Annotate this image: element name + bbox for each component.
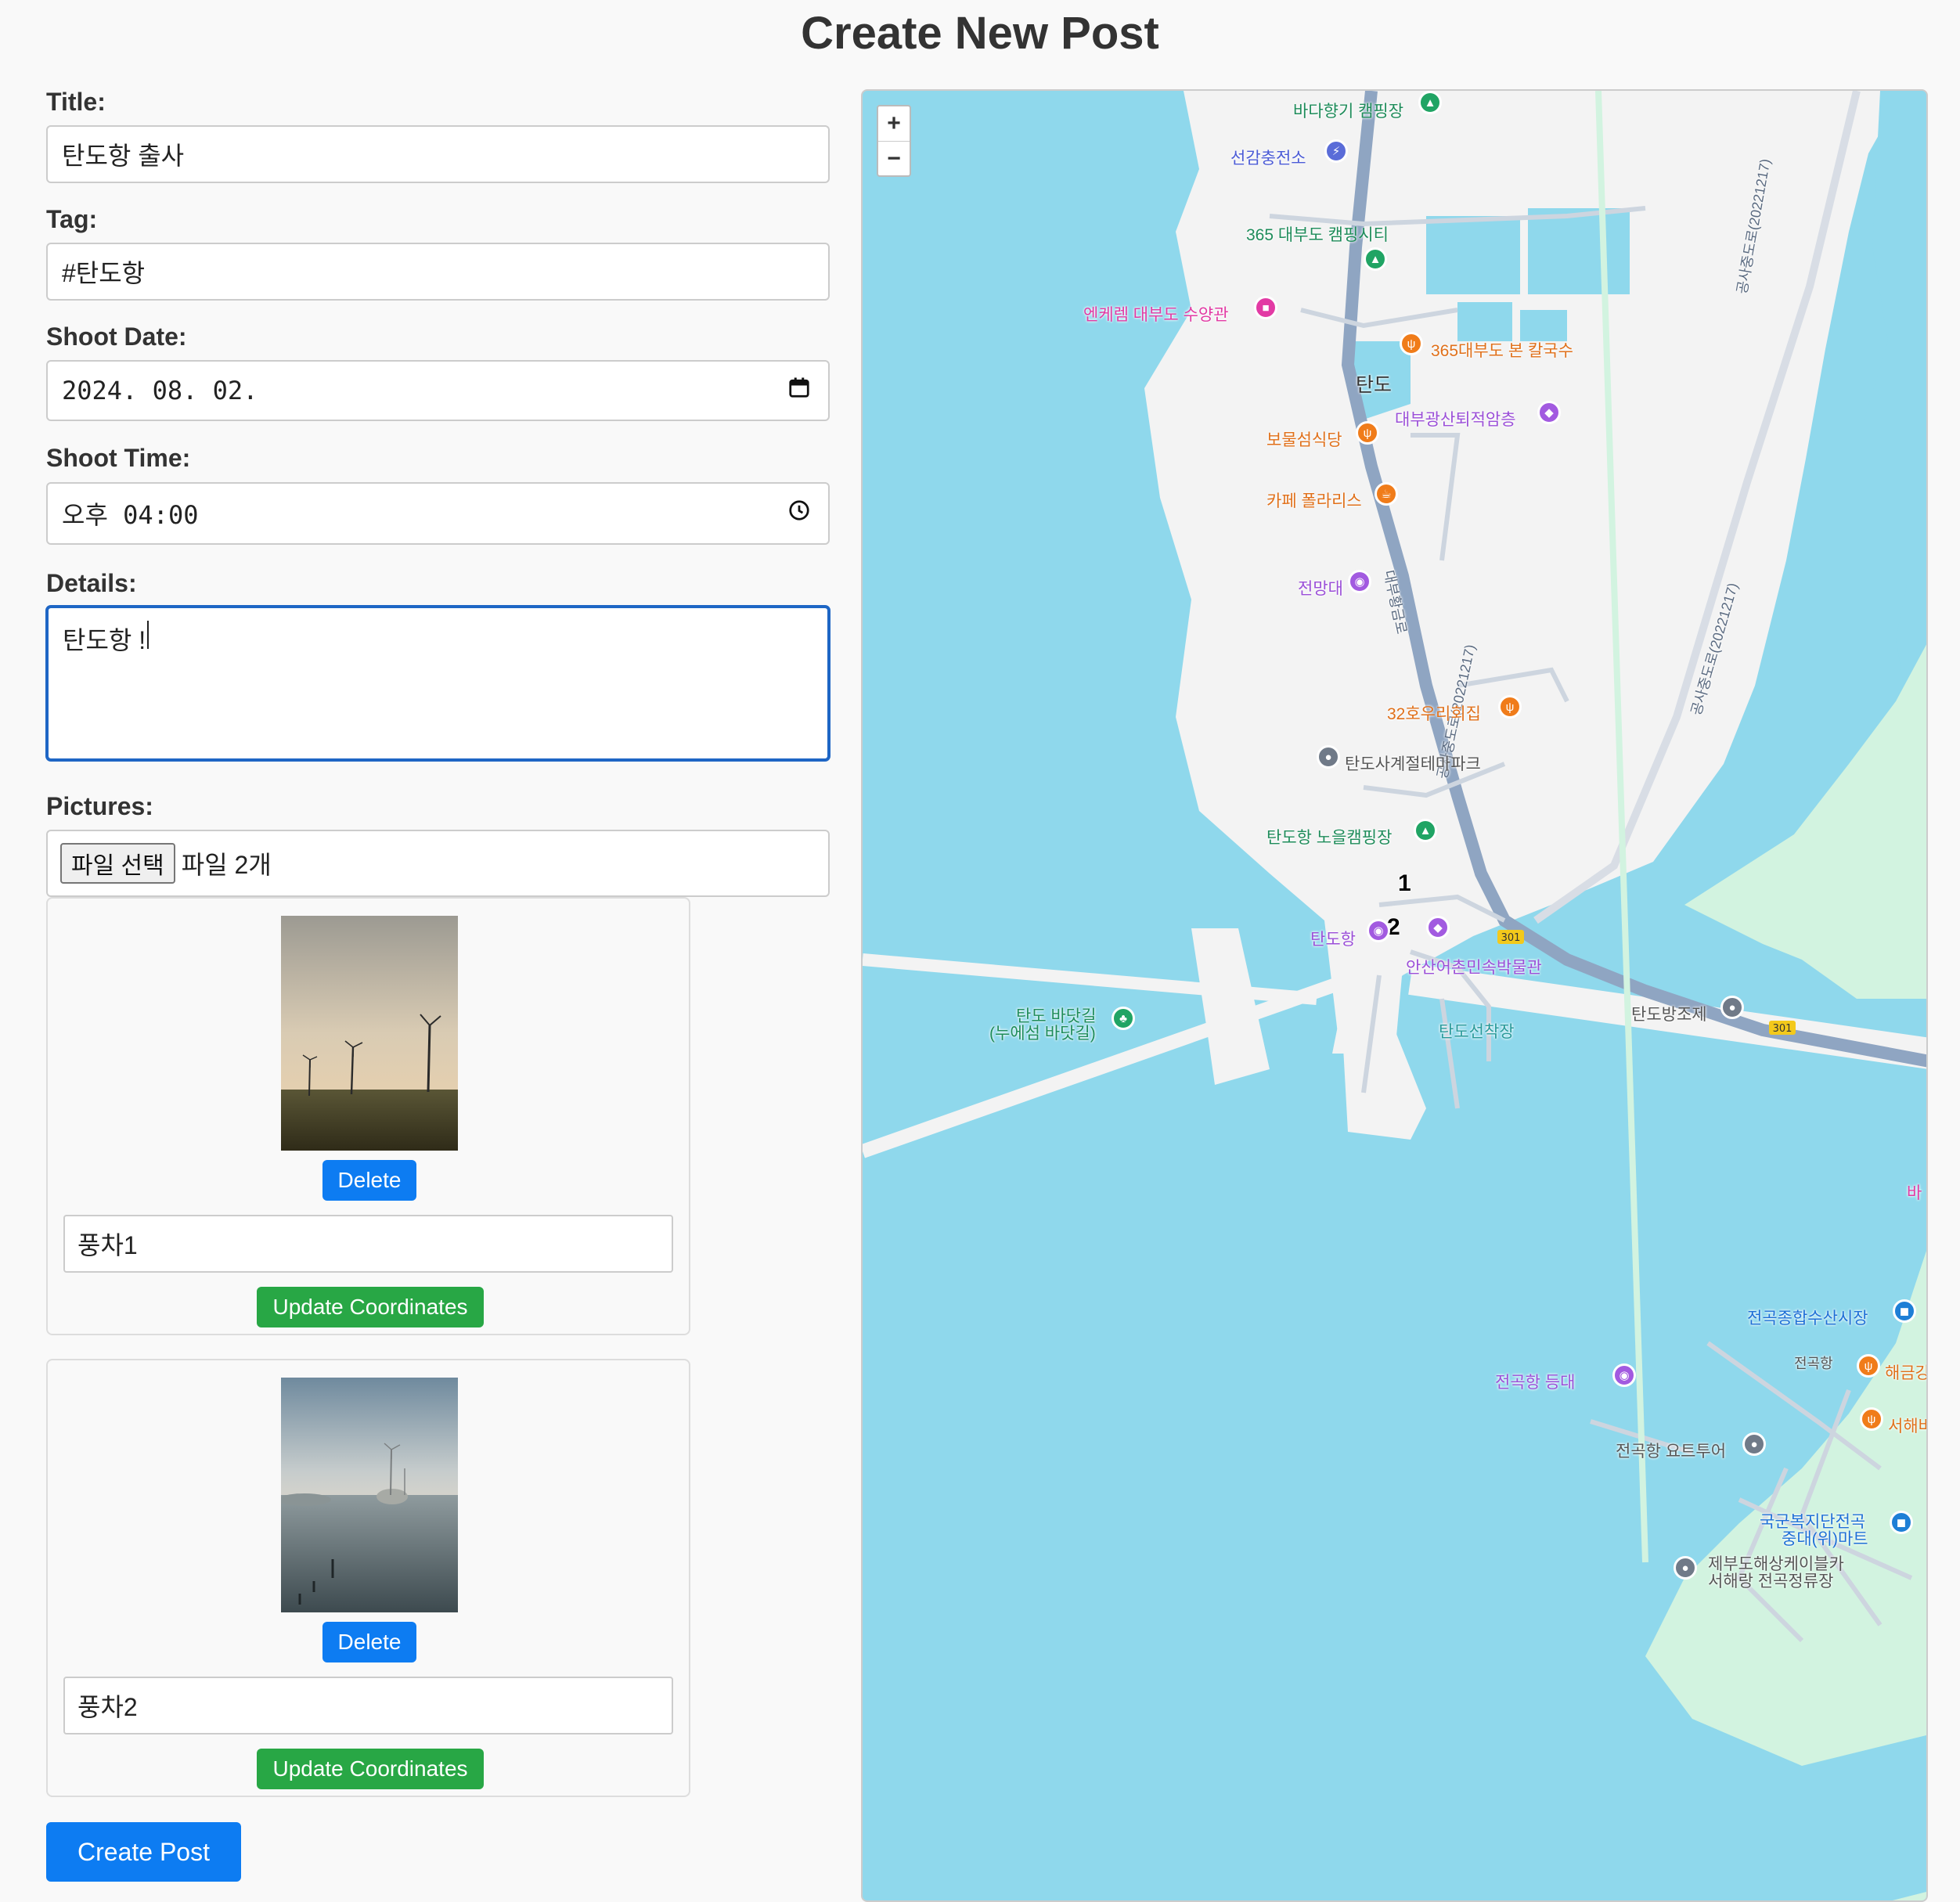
shopping-icon: ◼ (1890, 1511, 1913, 1534)
poi-label: 전곡항 요트투어 (1616, 1443, 1727, 1461)
poi-label: 탄도선착장 (1439, 1023, 1515, 1041)
file-status: 파일 2개 (181, 851, 272, 879)
place-icon: ● (1742, 1432, 1766, 1456)
poi-label: 중대(위)마트 (1782, 1530, 1868, 1548)
poi-label: 바다향기 캠핑장 (1293, 103, 1404, 121)
details-textarea[interactable]: 탄도항 ! (46, 606, 830, 761)
tag-input[interactable]: #탄도항 (46, 243, 830, 301)
poi-label: 서해바 (1888, 1417, 1926, 1436)
shoot-time-value: 오후 04:00 (62, 500, 199, 530)
picture-caption-value: 풍차1 (77, 1231, 138, 1259)
place-label: 탄도 (1356, 374, 1393, 396)
delete-picture-button[interactable]: Delete (322, 1160, 416, 1201)
poi-label: 전곡항 등대 (1495, 1374, 1576, 1392)
calendar-icon[interactable] (787, 376, 811, 405)
picture-caption-value: 풍차2 (77, 1693, 138, 1721)
poi-label: 탄도방조제 (1631, 1006, 1707, 1024)
poi-label: 서해랑 전곡정류장 (1708, 1572, 1834, 1590)
poi-label: 전망대 (1298, 580, 1343, 598)
charging-icon: ⚡ (1324, 139, 1348, 163)
shoot-time-label: Shoot Time: (46, 444, 191, 472)
restaurant-icon: ψ (1356, 421, 1379, 445)
map-base: 301 301 (863, 91, 1926, 1900)
pictures-label: Pictures: (46, 792, 153, 820)
file-input[interactable]: 파일 선택 파일 2개 (46, 830, 830, 897)
campsite-icon: ▲ (1414, 819, 1437, 842)
poi-label: 안산어촌민속박물관 (1406, 959, 1542, 977)
poi-label: 엔케렘 대부도 수양관 (1083, 306, 1229, 324)
restaurant-icon: ψ (1857, 1354, 1880, 1378)
poi-label: 바 (1907, 1184, 1922, 1202)
photo-marker[interactable]: 1 (1398, 870, 1411, 897)
update-coordinates-button[interactable]: Update Coordinates (257, 1287, 484, 1327)
poi-label: 탄도항 노을캠핑장 (1266, 829, 1393, 847)
place-icon: ● (1720, 996, 1744, 1019)
title-input[interactable]: 탄도항 출사 (46, 125, 830, 183)
place-label: 전곡항 (1794, 1356, 1833, 1371)
viewpoint-icon: ◉ (1367, 919, 1390, 942)
clock-icon[interactable] (787, 499, 811, 528)
details-label: Details: (46, 569, 137, 597)
route-badge-text: 301 (1773, 1023, 1792, 1035)
trail-icon: ♣ (1112, 1007, 1135, 1030)
restaurant-icon: ψ (1400, 332, 1423, 355)
title-label: Title: (46, 88, 106, 116)
shoot-time-input[interactable]: 오후 04:00 (46, 482, 830, 545)
restaurant-icon: ψ (1860, 1407, 1883, 1431)
details-value: 탄도항 ! (63, 626, 146, 654)
lodging-icon: ■ (1254, 296, 1277, 319)
picture-caption-input[interactable]: 풍차2 (63, 1677, 673, 1734)
poi-label: 해금강 (1885, 1364, 1928, 1382)
text-cursor (147, 621, 150, 649)
restaurant-icon: ψ (1498, 695, 1522, 719)
cafe-icon: ☕ (1375, 482, 1398, 506)
campsite-icon: ▲ (1418, 91, 1442, 114)
shoot-date-value: 2024. 08. 02. (62, 376, 258, 405)
route-badge-text: 301 (1501, 932, 1521, 944)
museum-icon: ◆ (1537, 401, 1561, 424)
poi-label: 365 대부도 캠핑시티 (1246, 226, 1389, 244)
poi-label: 선감충전소 (1230, 149, 1306, 168)
poi-label: (누에섬 바닷길) (989, 1025, 1096, 1043)
campsite-icon: ▲ (1364, 247, 1387, 271)
zoom-in-button[interactable]: + (878, 106, 910, 141)
choose-file-button[interactable]: 파일 선택 (60, 843, 175, 884)
poi-label: 보물섬식당 (1266, 431, 1342, 449)
poi-label: 32호우리회집 (1387, 705, 1481, 723)
update-coordinates-button[interactable]: Update Coordinates (257, 1749, 484, 1789)
shopping-icon: ◼ (1893, 1299, 1916, 1323)
picture-thumbnail (281, 916, 458, 1151)
picture-card: Delete 풍차1 Update Coordinates (46, 897, 690, 1335)
poi-label: 대부광산퇴적암층 (1395, 411, 1516, 429)
museum-icon: ◆ (1426, 916, 1450, 939)
tag-value: #탄도항 (62, 259, 146, 287)
poi-label: 365대부도 본 칼국수 (1431, 342, 1573, 360)
viewpoint-icon: ◉ (1348, 570, 1371, 593)
poi-label: 탄도사계절테마파크 (1345, 755, 1481, 773)
tag-label: Tag: (46, 205, 98, 233)
create-post-button[interactable]: Create Post (46, 1822, 241, 1882)
place-icon: ● (1317, 745, 1340, 769)
title-value: 탄도항 출사 (62, 142, 185, 170)
zoom-control: + − (877, 105, 911, 177)
poi-label: 카페 폴라리스 (1266, 492, 1362, 510)
poi-label: 탄도항 (1310, 931, 1356, 949)
shoot-date-label: Shoot Date: (46, 322, 187, 351)
shoot-date-input[interactable]: 2024. 08. 02. (46, 360, 830, 421)
zoom-out-button[interactable]: − (878, 141, 910, 175)
poi-label: 전곡종합수산시장 (1747, 1309, 1868, 1327)
delete-picture-button[interactable]: Delete (322, 1622, 416, 1662)
viewpoint-icon: ◉ (1612, 1363, 1636, 1387)
picture-thumbnail (281, 1378, 458, 1612)
picture-card: Delete 풍차2 Update Coordinates (46, 1359, 690, 1797)
place-icon: ● (1674, 1556, 1697, 1580)
page-title: Create New Post (801, 8, 1159, 59)
picture-caption-input[interactable]: 풍차1 (63, 1215, 673, 1273)
map-view[interactable]: 301 301 + − 바다향기 캠핑장 ▲ 선감충전소 ⚡ 365 대부도 캠… (861, 89, 1928, 1902)
